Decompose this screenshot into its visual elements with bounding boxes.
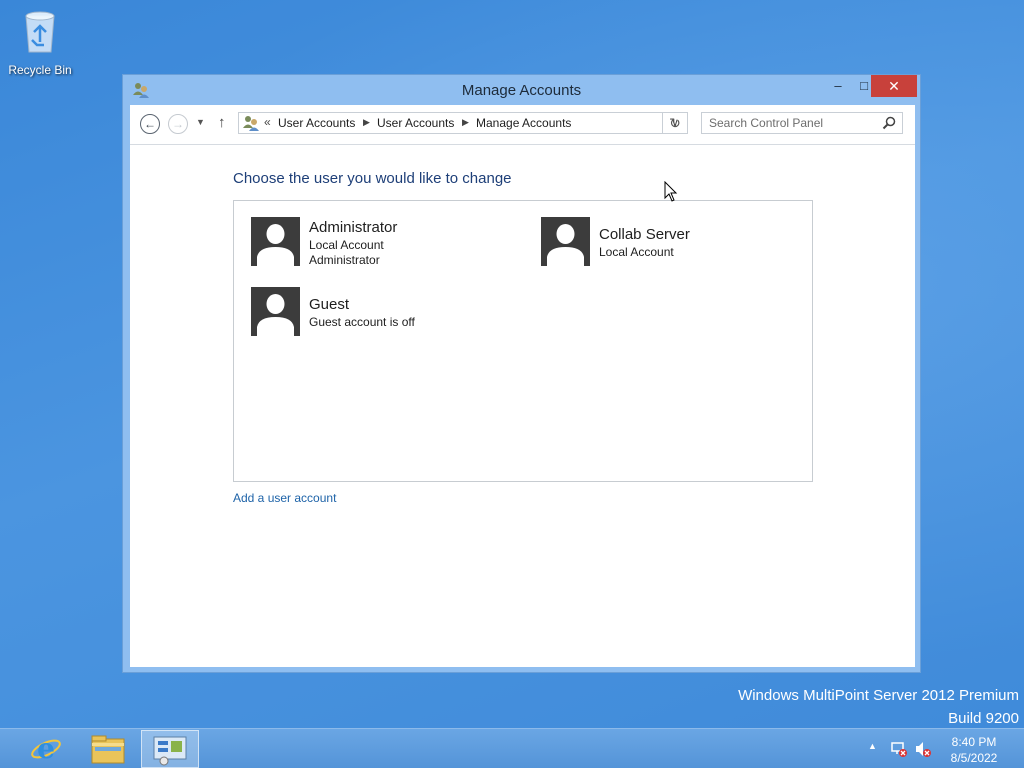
title-bar[interactable]: Manage Accounts – □ ✕ — [123, 75, 920, 105]
breadcrumb-user-accounts-1[interactable]: User Accounts — [278, 116, 355, 130]
manage-accounts-window: Manage Accounts – □ ✕ ← → ▼ ↑ « User Acc… — [122, 74, 921, 673]
forward-button[interactable]: → — [168, 114, 188, 134]
account-guest[interactable]: Guest Guest account is off — [251, 287, 501, 337]
account-status: Guest account is off — [309, 315, 415, 329]
search-box[interactable] — [701, 112, 903, 134]
back-button[interactable]: ← — [140, 114, 160, 134]
refresh-button[interactable]: ↻ — [662, 112, 688, 134]
mouse-cursor-icon — [664, 181, 678, 202]
page-heading: Choose the user you would like to change — [233, 170, 512, 187]
recent-locations-dropdown[interactable]: ▼ — [196, 117, 205, 127]
taskbar-control-panel[interactable] — [141, 730, 199, 768]
search-input[interactable] — [702, 113, 877, 133]
svg-text:e: e — [37, 732, 55, 765]
breadcrumb-separator[interactable]: ▶ — [363, 117, 370, 128]
control-panel-icon — [153, 736, 187, 766]
system-clock[interactable]: 8:40 PM 8/5/2022 — [940, 734, 1008, 766]
window-title: Manage Accounts — [461, 82, 582, 99]
navigation-bar: ← → ▼ ↑ « User Accounts ▶ User Accounts … — [130, 105, 915, 145]
minimize-button[interactable]: – — [825, 75, 851, 97]
network-icon[interactable] — [890, 740, 908, 758]
account-name: Administrator — [309, 219, 398, 236]
clock-date: 8/5/2022 — [950, 751, 998, 765]
user-avatar-icon — [251, 217, 300, 266]
search-icon[interactable] — [882, 116, 896, 130]
account-type: Local Account — [309, 238, 384, 252]
account-type: Local Account — [599, 245, 674, 259]
breadcrumb-user-accounts-2[interactable]: User Accounts — [377, 116, 454, 130]
overflow-chevron[interactable]: « — [264, 115, 271, 129]
window-content: ← → ▼ ↑ « User Accounts ▶ User Accounts … — [130, 105, 915, 667]
control-panel-location-icon — [243, 116, 259, 131]
account-name: Collab Server — [599, 226, 690, 243]
breadcrumb-manage-accounts[interactable]: Manage Accounts — [476, 116, 571, 130]
taskbar: e ▲ 8:40 PM 8/5/2022 — [0, 728, 1024, 768]
up-button[interactable]: ↑ — [218, 114, 226, 131]
user-avatar-icon — [541, 217, 590, 266]
clock-time: 8:40 PM — [951, 735, 997, 749]
address-bar[interactable]: « User Accounts ▶ User Accounts ▶ Manage… — [238, 112, 688, 134]
volume-muted-icon[interactable] — [914, 740, 932, 758]
taskbar-internet-explorer[interactable]: e — [17, 730, 75, 768]
os-watermark: Windows MultiPoint Server 2012 Premium B… — [738, 684, 1019, 730]
account-name: Guest — [309, 296, 350, 313]
account-administrator[interactable]: Administrator Local Account Administrato… — [251, 217, 501, 267]
show-hidden-icons-button[interactable]: ▲ — [868, 741, 877, 751]
watermark-build: Build 9200 — [948, 710, 1019, 727]
account-collab-server[interactable]: Collab Server Local Account — [541, 217, 791, 267]
recycle-bin[interactable]: Recycle Bin — [4, 6, 76, 77]
breadcrumb-separator[interactable]: ▶ — [462, 117, 469, 128]
file-explorer-icon — [91, 735, 125, 764]
accounts-list: Administrator Local Account Administrato… — [233, 200, 813, 482]
watermark-edition: Windows MultiPoint Server 2012 Premium — [738, 687, 1019, 704]
user-avatar-icon — [251, 287, 300, 336]
close-button[interactable]: ✕ — [871, 75, 917, 97]
taskbar-file-explorer[interactable] — [79, 730, 137, 768]
account-role: Administrator — [309, 253, 380, 267]
recycle-bin-label: Recycle Bin — [8, 63, 72, 77]
recycle-bin-icon — [25, 11, 55, 53]
internet-explorer-icon: e — [31, 732, 61, 765]
add-user-account-link[interactable]: Add a user account — [233, 491, 336, 505]
